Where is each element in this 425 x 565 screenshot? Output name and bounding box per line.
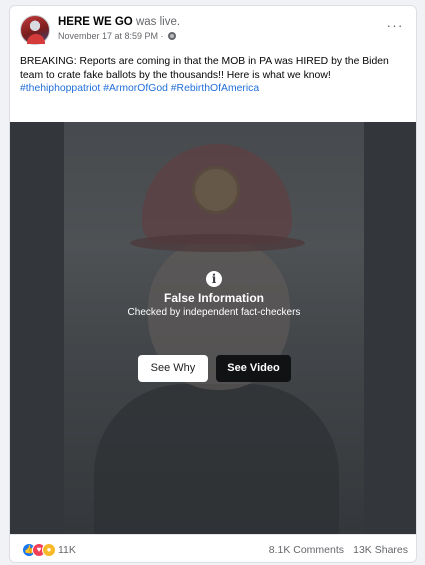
post-timestamp-line: November 17 at 8:59 PM · bbox=[58, 30, 177, 43]
post-text: BREAKING: Reports are coming in that the… bbox=[20, 55, 408, 96]
comments-count[interactable]: 8.1K Comments bbox=[269, 543, 344, 557]
info-icon: i bbox=[206, 271, 222, 287]
reaction-count[interactable]: 11K bbox=[58, 543, 76, 557]
see-video-button[interactable]: See Video bbox=[216, 355, 291, 382]
post-footer: 👍 ♥ ● 11K 8.1K Comments 13K Shares bbox=[10, 534, 416, 562]
post-header: HERE WE GO was live. November 17 at 8:59… bbox=[20, 15, 406, 47]
author-action: was live. bbox=[132, 16, 181, 28]
more-options-button[interactable]: ··· bbox=[384, 18, 406, 37]
author-name[interactable]: HERE WE GO bbox=[58, 16, 133, 28]
author-line: HERE WE GO was live. bbox=[58, 15, 180, 30]
post-timestamp[interactable]: November 17 at 8:59 PM · bbox=[58, 31, 166, 41]
hashtag-list: #thehiphoppatriot #ArmorOfGod #RebirthOf… bbox=[20, 83, 259, 94]
false-info-warning: i False Information Checked by independe… bbox=[10, 270, 416, 319]
shares-count[interactable]: 13K Shares bbox=[353, 543, 408, 557]
avatar-shirt bbox=[27, 34, 45, 44]
warning-subtitle: Checked by independent fact-checkers bbox=[127, 307, 301, 318]
author-avatar[interactable] bbox=[20, 15, 50, 45]
see-why-button[interactable]: See Why bbox=[138, 355, 208, 382]
hashtag[interactable]: #ArmorOfGod bbox=[103, 83, 168, 94]
globe-icon bbox=[168, 32, 177, 40]
warning-title: False Information bbox=[163, 291, 264, 305]
post-card: HERE WE GO was live. November 17 at 8:59… bbox=[9, 5, 417, 563]
blurred-video[interactable]: i False Information Checked by independe… bbox=[10, 122, 416, 534]
post-body: BREAKING: Reports are coming in that the… bbox=[20, 56, 389, 81]
wow-icon: ● bbox=[42, 543, 56, 557]
hashtag[interactable]: #thehiphoppatriot bbox=[20, 83, 100, 94]
blur-overlay bbox=[10, 122, 416, 534]
hashtag[interactable]: #RebirthOfAmerica bbox=[171, 83, 259, 94]
